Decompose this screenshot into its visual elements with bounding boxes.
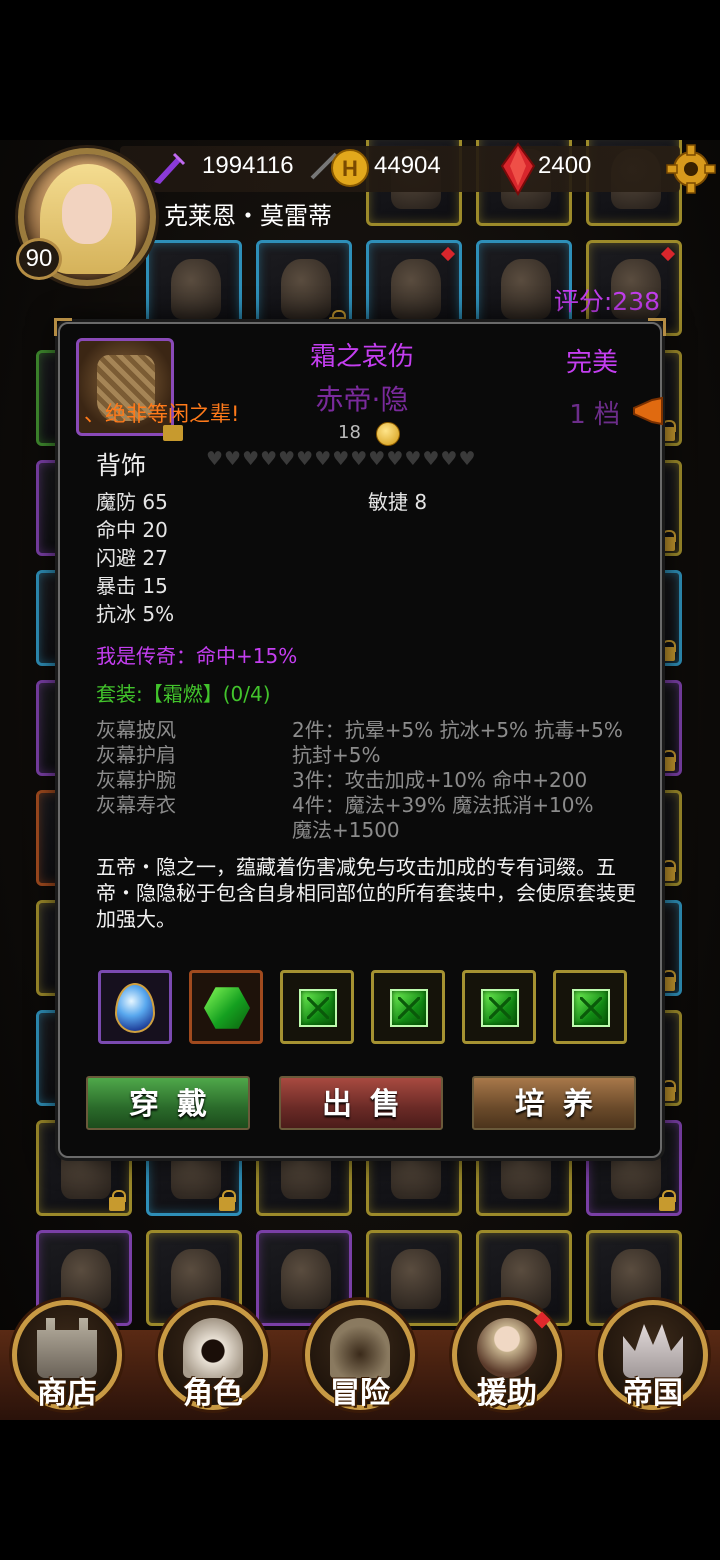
- green-square-gem-icon: [390, 989, 428, 1027]
- item-quality: 完美: [565, 348, 618, 378]
- gem-slot-3[interactable]: [280, 970, 354, 1044]
- stat-line: 闪避 27: [96, 546, 168, 570]
- enhance-hearts: ♥♥♥♥♥♥♥♥♥♥♥♥♥♥♥: [206, 448, 477, 470]
- hero-name: 克莱恩・莫雷蒂: [164, 202, 332, 230]
- legendary-bonus: 我是传奇：命中+15%: [96, 644, 298, 668]
- gem-slot-2[interactable]: [189, 970, 263, 1044]
- corner-ornament: [54, 318, 72, 336]
- nav-support-label: 援助: [477, 1376, 537, 1411]
- nav-character[interactable]: 角色: [158, 1300, 268, 1412]
- item-detail-modal: 霜之哀伤 赤帝·隐 完美 1 档 、绝非等闲之辈! 18 背饰 ♥♥♥♥♥♥♥♥…: [54, 318, 666, 1158]
- svg-text:H: H: [342, 156, 358, 181]
- green-square-gem-icon: [572, 989, 610, 1027]
- level-badge: 90: [16, 238, 62, 280]
- nav-character-label: 角色: [183, 1376, 243, 1411]
- stat-line: 抗冰 5%: [96, 602, 175, 626]
- gem-slot-1[interactable]: [98, 970, 172, 1044]
- gear-icon[interactable]: [666, 144, 716, 194]
- sell-price: 18: [338, 422, 361, 443]
- soul-blade-icon: [154, 152, 186, 184]
- gold-coin-icon: H: [331, 149, 369, 187]
- item-description: 五帝・隐之一，蕴藏着伤害减免与攻击加成的专有词缀。五帝・隐隐秘于包含自身相同部位…: [96, 855, 636, 931]
- score-label: 评分:238: [553, 287, 660, 316]
- nav-shop[interactable]: 商店: [12, 1300, 122, 1412]
- stat-line: 敏捷 8: [368, 490, 428, 514]
- green-square-gem-icon: [481, 989, 519, 1027]
- nav-support[interactable]: 援助: [452, 1300, 562, 1412]
- gem-slot-4[interactable]: [371, 970, 445, 1044]
- corner-ornament: [648, 318, 666, 336]
- broadcast-message: 、绝非等闲之辈!: [84, 402, 240, 426]
- gem-slot-6[interactable]: [553, 970, 627, 1044]
- green-square-gem-icon: [299, 989, 337, 1027]
- nav-shop-label: 商店: [37, 1376, 97, 1411]
- coin-icon: [376, 422, 400, 446]
- set-title: 套装:【霜燃】(0/4): [96, 682, 271, 706]
- stat-line: 魔防 65: [96, 490, 168, 514]
- nav-adventure[interactable]: 冒险: [305, 1300, 415, 1412]
- horn-icon[interactable]: [632, 396, 666, 426]
- green-hex-gem-icon: [204, 987, 250, 1029]
- gem-slot-5[interactable]: [462, 970, 536, 1044]
- nav-adventure-label: 冒险: [330, 1376, 390, 1411]
- nav-empire-label: 帝国: [623, 1376, 683, 1411]
- item-grade: 1 档: [569, 400, 620, 430]
- nav-empire[interactable]: 帝国: [598, 1300, 708, 1412]
- stat-line: 命中 20: [96, 518, 168, 542]
- red-gem-icon: [500, 142, 536, 196]
- sell-button[interactable]: 出售: [279, 1076, 443, 1130]
- train-button[interactable]: 培养: [472, 1076, 636, 1130]
- gold-value: 44904: [374, 152, 441, 179]
- item-slot-type: 背饰: [96, 451, 147, 480]
- set-piece: 灰幕寿衣: [96, 793, 176, 817]
- blue-amulet-gem-icon: [115, 983, 155, 1033]
- wear-button[interactable]: 穿戴: [86, 1076, 250, 1130]
- gems-value: 2400: [538, 152, 592, 179]
- stat-line: 暴击 15: [96, 574, 168, 598]
- set-bonus: 魔法+1500: [292, 818, 400, 842]
- souls-value: 1994116: [202, 152, 294, 179]
